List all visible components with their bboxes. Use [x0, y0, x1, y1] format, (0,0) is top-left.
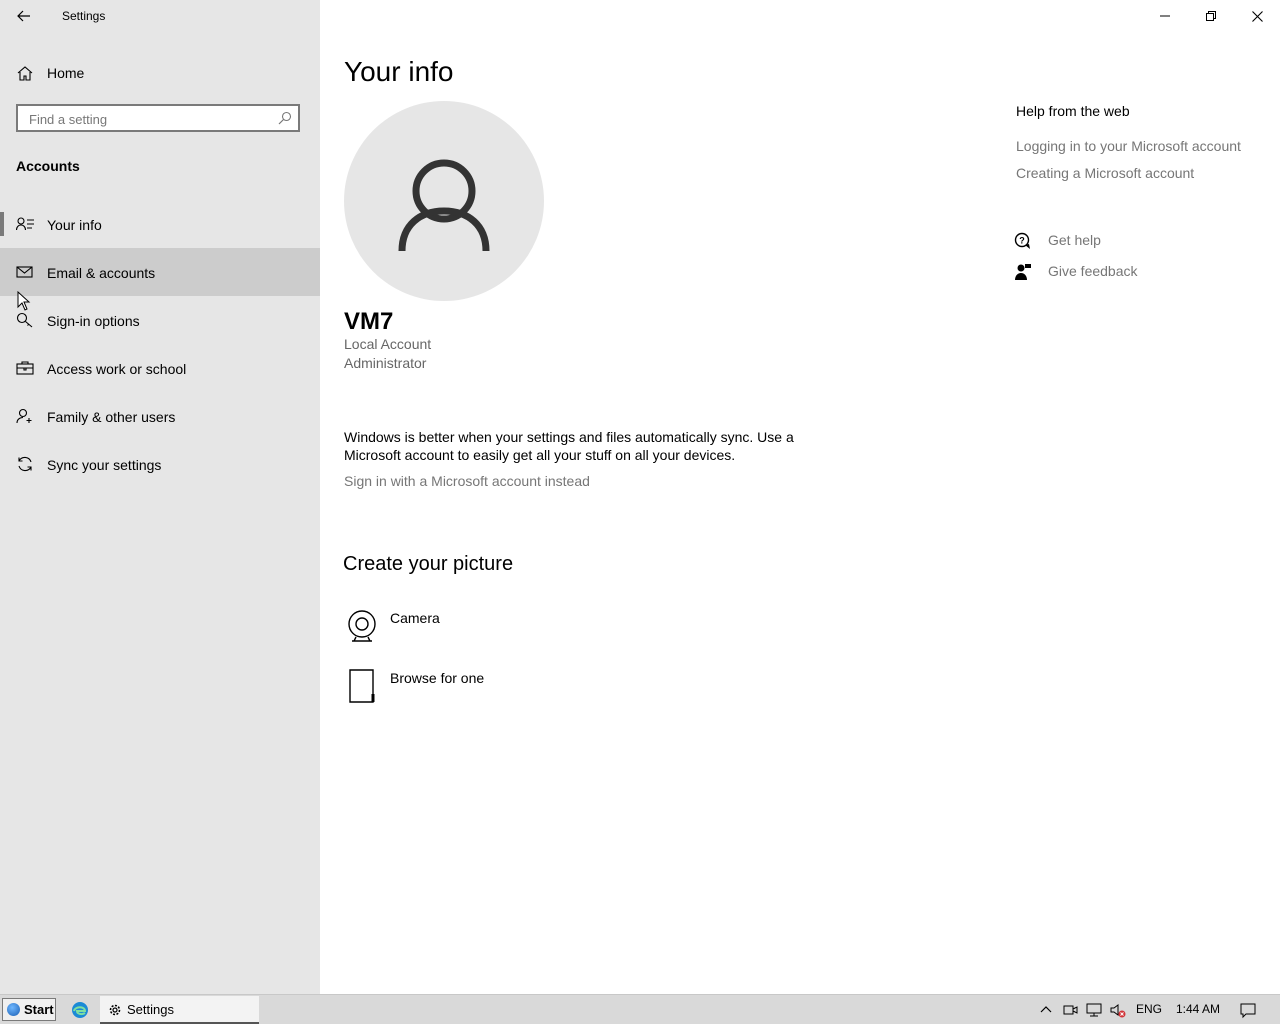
sidebar-item-email-accounts[interactable]: Email & accounts	[0, 248, 320, 296]
sidebar-item-label: Access work or school	[47, 361, 187, 377]
key-icon	[16, 312, 33, 328]
account-role: Administrator	[344, 355, 427, 371]
start-label: Start	[24, 1002, 54, 1017]
clock[interactable]: 1:44 AM	[1176, 1002, 1220, 1016]
sidebar-item-home[interactable]: Home	[0, 58, 320, 88]
give-feedback-label: Give feedback	[1048, 263, 1138, 279]
mail-icon	[16, 266, 33, 278]
gear-icon	[109, 1004, 121, 1016]
network-icon[interactable]	[1085, 1001, 1103, 1019]
browse-label: Browse for one	[390, 670, 485, 686]
meet-now-icon[interactable]	[1061, 1001, 1079, 1019]
sidebar-item-your-info[interactable]: Your info	[0, 200, 320, 248]
sidebar: Settings Home Accounts Your info Email &…	[0, 0, 320, 994]
document-icon	[349, 669, 375, 703]
minimize-button[interactable]	[1142, 0, 1188, 32]
minimize-icon	[1160, 15, 1170, 17]
page-title: Your info	[344, 56, 454, 87]
feedback-icon	[1015, 264, 1031, 280]
browse-option[interactable]: Browse for one	[344, 668, 644, 712]
camera-label: Camera	[390, 610, 440, 626]
help-link-create-account[interactable]: Creating a Microsoft account	[1016, 165, 1194, 181]
selection-indicator	[0, 212, 4, 236]
user-name: VM7	[344, 308, 394, 335]
volume-muted-icon[interactable]	[1109, 1001, 1127, 1019]
sidebar-item-label: Your info	[47, 217, 102, 233]
sidebar-item-sync-settings[interactable]: Sync your settings	[0, 440, 320, 488]
sidebar-item-family-users[interactable]: Family & other users	[0, 392, 320, 440]
sidebar-item-sign-in-options[interactable]: Sign-in options	[0, 296, 320, 344]
close-button[interactable]	[1234, 0, 1280, 32]
language-indicator[interactable]: ENG	[1136, 1002, 1162, 1016]
get-help-label: Get help	[1048, 232, 1101, 248]
taskbar-task-label: Settings	[127, 1002, 174, 1017]
sync-description: Windows is better when your settings and…	[344, 429, 794, 463]
person-card-icon	[16, 217, 34, 231]
sidebar-nav: Your info Email & accounts Sign-in optio…	[0, 200, 320, 488]
back-arrow-icon	[17, 10, 30, 22]
back-button[interactable]	[12, 4, 36, 28]
section-heading: Accounts	[16, 158, 80, 174]
camera-icon	[348, 610, 376, 642]
help-link-logging-in[interactable]: Logging in to your Microsoft account	[1016, 138, 1241, 154]
app-title: Settings	[62, 9, 106, 23]
sidebar-item-label: Sync your settings	[47, 457, 162, 473]
restore-icon	[1206, 11, 1216, 21]
taskbar: Start Settings ENG 1:44 AM	[0, 994, 1280, 1024]
mouse-cursor-icon	[17, 291, 31, 311]
main-content: Your info VM7 Local Account Administrato…	[320, 0, 1280, 994]
sync-icon	[18, 456, 32, 472]
edge-browser-icon[interactable]	[70, 1000, 90, 1020]
help-title: Help from the web	[1016, 103, 1130, 119]
briefcase-icon	[16, 361, 34, 375]
restore-button[interactable]	[1188, 0, 1234, 32]
give-feedback-link[interactable]: Give feedback	[1014, 261, 1214, 283]
taskbar-settings-app[interactable]: Settings	[100, 996, 259, 1024]
chat-help-icon: ?	[1014, 232, 1030, 249]
avatar	[344, 101, 544, 301]
sidebar-item-label: Sign-in options	[47, 313, 140, 329]
action-center-icon[interactable]	[1239, 1001, 1257, 1019]
create-picture-heading: Create your picture	[343, 553, 514, 575]
home-icon	[17, 66, 33, 81]
home-label: Home	[47, 65, 85, 81]
sidebar-item-label: Family & other users	[47, 409, 176, 425]
search-icon[interactable]	[278, 111, 292, 125]
chevron-up-icon[interactable]	[1037, 1001, 1055, 1019]
svg-text:?: ?	[1019, 236, 1025, 246]
search-input[interactable]	[27, 108, 271, 130]
sidebar-item-label: Email & accounts	[47, 265, 156, 281]
sign-in-microsoft-link[interactable]: Sign in with a Microsoft account instead	[344, 473, 590, 489]
person-add-icon	[16, 408, 32, 424]
start-button[interactable]: Start	[2, 998, 56, 1021]
account-type: Local Account	[344, 336, 432, 352]
get-help-link[interactable]: ? Get help	[1014, 230, 1214, 252]
start-orb-icon	[7, 1003, 20, 1016]
camera-option[interactable]: Camera	[344, 608, 644, 652]
sidebar-item-access-work[interactable]: Access work or school	[0, 344, 320, 392]
search-box[interactable]	[16, 104, 300, 132]
close-icon	[1251, 10, 1263, 22]
person-icon	[398, 159, 490, 251]
